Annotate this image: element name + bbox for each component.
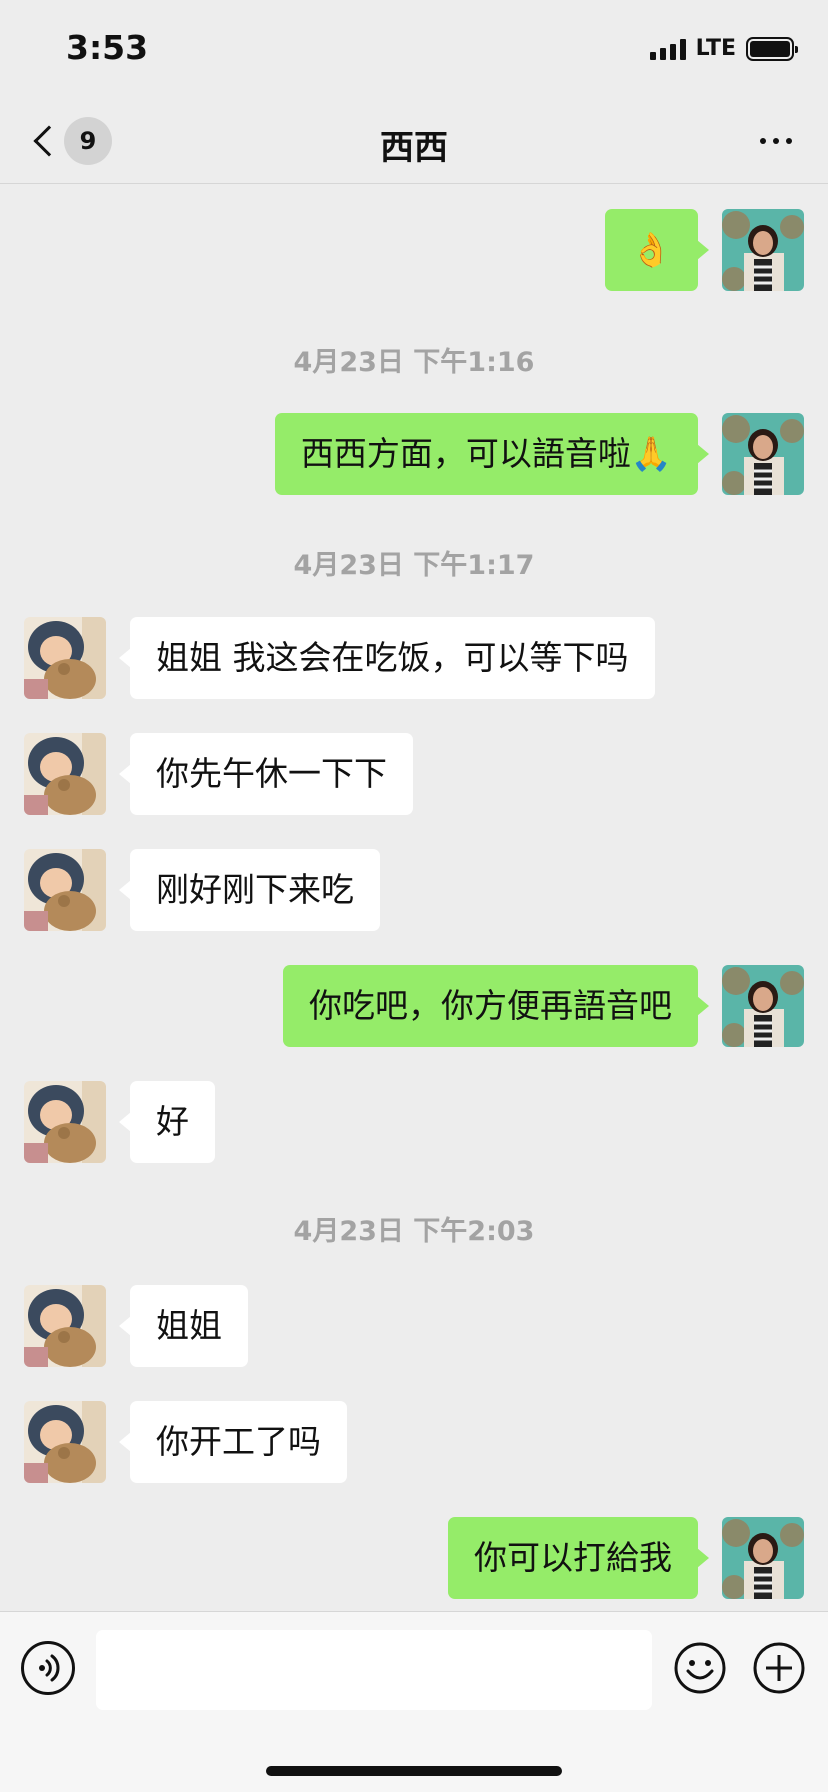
home-indicator	[266, 1766, 562, 1776]
message-bubble[interactable]: 👌	[604, 209, 710, 291]
message-bubble[interactable]: 刚好刚下来吃	[119, 849, 380, 931]
message-bubble[interactable]: 你可以打給我	[448, 1517, 709, 1599]
my-avatar[interactable]	[722, 413, 804, 495]
message-incoming: 好	[0, 1081, 828, 1165]
my-avatar[interactable]	[722, 965, 804, 1047]
contact-avatar[interactable]	[24, 617, 106, 699]
message-outgoing: 西西方面，可以語音啦🙏	[0, 413, 828, 497]
message-bubble[interactable]: 你吃吧，你方便再語音吧	[283, 965, 709, 1047]
message-bubble[interactable]: 西西方面，可以語音啦🙏	[274, 413, 710, 495]
message-bubble[interactable]: 你先午休一下下	[119, 733, 413, 815]
message-bubble[interactable]: 姐姐 我这会在吃饭，可以等下吗	[119, 617, 655, 699]
more-dots-icon[interactable]	[760, 138, 792, 144]
my-avatar[interactable]	[722, 209, 804, 291]
status-time: 3:53	[66, 28, 149, 67]
input-bar	[0, 1611, 828, 1792]
message-input[interactable]	[96, 1630, 652, 1710]
emoji-icon[interactable]	[673, 1641, 727, 1695]
chat-header: 9 西西	[0, 100, 828, 184]
timestamp: 4月23日 下午1:17	[293, 550, 535, 581]
message-bubble[interactable]: 你开工了吗	[119, 1401, 347, 1483]
signal-icon	[649, 38, 686, 60]
timestamp: 4月23日 下午2:03	[293, 1216, 535, 1247]
chat-title: 西西	[380, 128, 448, 168]
contact-avatar[interactable]	[24, 733, 106, 815]
message-incoming: 刚好刚下来吃	[0, 849, 828, 933]
message-bubble[interactable]: 姐姐	[119, 1285, 248, 1367]
contact-avatar[interactable]	[24, 849, 106, 931]
contact-avatar[interactable]	[24, 1081, 106, 1163]
battery-icon	[746, 36, 798, 61]
message-outgoing: 👌	[0, 209, 828, 293]
my-avatar[interactable]	[722, 1517, 804, 1599]
network-label: LTE	[695, 36, 736, 61]
contact-avatar[interactable]	[24, 1401, 106, 1483]
message-incoming: 你开工了吗	[0, 1401, 828, 1485]
timestamp: 4月23日 下午1:16	[293, 347, 535, 378]
voice-icon[interactable]	[21, 1641, 75, 1695]
message-incoming: 姐姐	[0, 1285, 828, 1369]
message-outgoing: 你吃吧，你方便再語音吧	[0, 965, 828, 1049]
message-incoming: 你先午休一下下	[0, 733, 828, 817]
contact-avatar[interactable]	[24, 1285, 106, 1367]
plus-icon[interactable]	[752, 1641, 806, 1695]
message-outgoing: 你可以打給我	[0, 1517, 828, 1601]
status-indicators: LTE	[649, 36, 798, 61]
message-list[interactable]: 👌 4月23日 下午1:16 西西方面，可以語音啦🙏 4月23日 下午1:17 …	[0, 185, 828, 1610]
message-incoming: 姐姐 我这会在吃饭，可以等下吗	[0, 617, 828, 701]
status-bar: 3:53 LTE	[0, 0, 828, 100]
message-bubble[interactable]: 好	[119, 1081, 215, 1163]
